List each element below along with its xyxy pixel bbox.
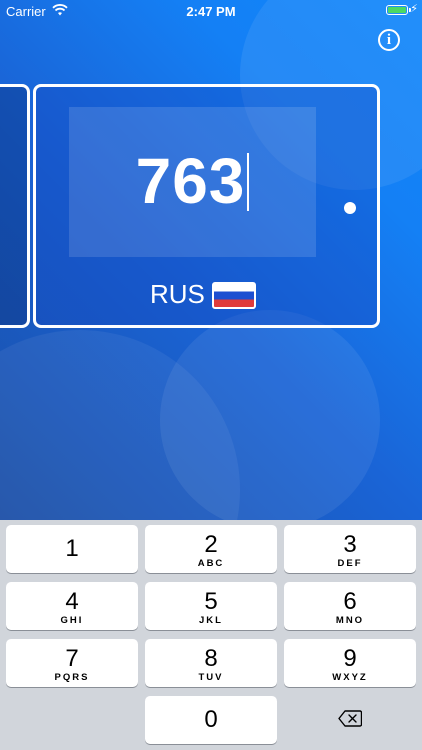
plate-dot bbox=[344, 202, 356, 214]
key-0[interactable]: 0 bbox=[145, 696, 277, 744]
delete-button[interactable] bbox=[284, 695, 416, 743]
key-letters: GHI bbox=[60, 615, 84, 626]
key-5[interactable]: 5 JKL bbox=[145, 582, 277, 630]
key-letters: DEF bbox=[337, 558, 363, 569]
russia-flag-icon bbox=[212, 282, 256, 309]
key-4[interactable]: 4 GHI bbox=[6, 582, 138, 630]
key-9[interactable]: 9 WXYZ bbox=[284, 639, 416, 687]
key-digit: 2 bbox=[204, 531, 218, 558]
key-8[interactable]: 8 TUV bbox=[145, 639, 277, 687]
key-letters: PQRS bbox=[54, 672, 90, 683]
battery-icon bbox=[386, 5, 411, 15]
status-time: 2:47 PM bbox=[186, 4, 236, 19]
key-3[interactable]: 3 DEF bbox=[284, 525, 416, 573]
country-code: RUS bbox=[150, 279, 205, 309]
info-icon: i bbox=[386, 32, 392, 48]
key-digit: 3 bbox=[343, 531, 357, 558]
key-digit: 9 bbox=[343, 645, 357, 672]
key-letters: ABC bbox=[197, 558, 225, 569]
charging-icon: ⚡ bbox=[410, 3, 418, 15]
key-digit: 0 bbox=[204, 706, 218, 733]
info-button[interactable]: i bbox=[378, 29, 400, 51]
key-letters: WXYZ bbox=[332, 672, 368, 683]
key-letters: MNO bbox=[335, 615, 365, 626]
plate-card-previous[interactable] bbox=[0, 84, 30, 328]
numeric-keypad: 1 2 ABC 3 DEF 4 GHI 5 JKL 6 MNO 7 PQRS 8… bbox=[0, 520, 422, 750]
key-7[interactable]: 7 PQRS bbox=[6, 639, 138, 687]
text-caret bbox=[247, 153, 250, 211]
key-digit: 7 bbox=[65, 645, 79, 672]
backspace-icon bbox=[338, 710, 362, 727]
region-code-value: 763 bbox=[135, 145, 246, 217]
key-2[interactable]: 2 ABC bbox=[145, 525, 277, 573]
key-digit: 5 bbox=[204, 588, 218, 615]
key-1[interactable]: 1 bbox=[6, 525, 138, 573]
key-digit: 6 bbox=[343, 588, 357, 615]
region-code-input[interactable]: 763 bbox=[69, 107, 316, 257]
status-bar: Carrier 2:47 PM ⚡ bbox=[0, 0, 422, 22]
key-digit: 4 bbox=[65, 588, 79, 615]
key-6[interactable]: 6 MNO bbox=[284, 582, 416, 630]
key-digit: 1 bbox=[65, 535, 79, 562]
main-screen: Carrier 2:47 PM ⚡ i 763 RUS bbox=[0, 0, 422, 520]
key-digit: 8 bbox=[204, 645, 218, 672]
plate-card[interactable]: 763 RUS bbox=[33, 84, 380, 328]
key-letters: JKL bbox=[199, 615, 223, 626]
key-letters: TUV bbox=[198, 672, 224, 683]
